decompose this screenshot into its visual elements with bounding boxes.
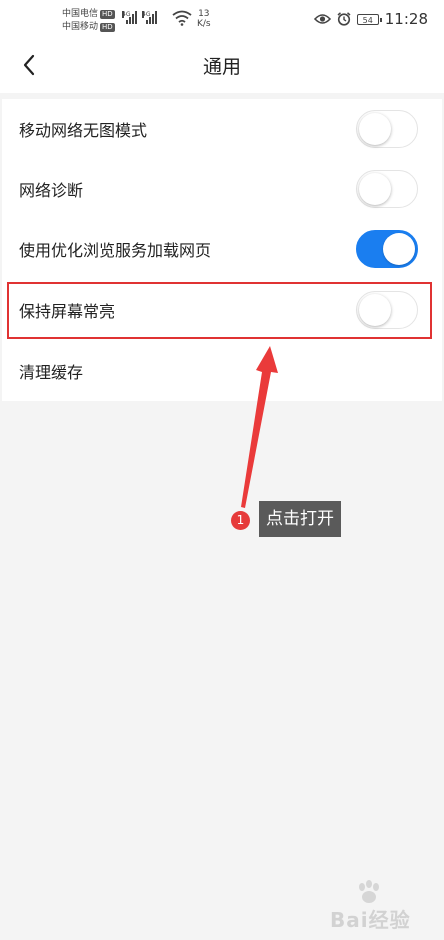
app-header: 通用	[0, 38, 444, 93]
toggle-knob	[359, 173, 391, 205]
network-speed: 13 K/s	[197, 9, 211, 29]
battery-icon: 54	[356, 13, 382, 25]
carrier-1: 中国电信	[62, 9, 99, 19]
setting-label: 使用优化浏览服务加载网页	[19, 241, 212, 260]
setting-row-network-diagnosis: 网络诊断	[2, 159, 442, 219]
hd-badge: HD	[100, 10, 115, 19]
toggle-knob	[383, 233, 415, 265]
settings-list: 移动网络无图模式 网络诊断 使用优化浏览服务加载网页 保持屏幕常亮 清理缓存	[2, 99, 442, 401]
optimized-browsing-toggle[interactable]	[356, 230, 418, 268]
keep-screen-on-toggle[interactable]	[356, 291, 418, 329]
signal-icon: 4G	[122, 11, 137, 24]
paw-icon	[359, 880, 379, 903]
toggle-knob	[359, 294, 391, 326]
signal-indicators: 4G 4G	[122, 11, 157, 24]
watermark-logo-suffix: 经验	[368, 908, 411, 932]
watermark-text: Bai经验	[330, 904, 434, 933]
toggle-knob	[359, 113, 391, 145]
eye-icon	[313, 14, 331, 24]
alarm-icon	[337, 12, 351, 26]
speed-value: 13	[198, 9, 210, 19]
network-type-label: 4G	[122, 11, 131, 18]
network-type-label: 4G	[142, 11, 151, 18]
callout-label: 点击打开	[259, 501, 341, 537]
clear-cache-label: 清理缓存	[19, 363, 84, 382]
setting-label: 保持屏幕常亮	[19, 302, 116, 321]
status-bar: 中国电信 HD 中国移动 HD 4G 4G 13 K/s 54 11:28	[0, 0, 444, 38]
carrier-2: 中国移动	[62, 22, 99, 32]
hd-badge: HD	[100, 23, 115, 32]
status-time: 11:28	[384, 10, 428, 28]
setting-row-no-image-mode: 移动网络无图模式	[2, 99, 442, 159]
status-right: 54 11:28	[313, 10, 428, 28]
watermark-logo-text: Bai	[330, 908, 369, 932]
step-badge: 1	[231, 511, 250, 530]
page-title: 通用	[202, 56, 241, 78]
wifi-icon	[172, 10, 192, 26]
setting-label: 移动网络无图模式	[19, 121, 148, 140]
setting-label: 网络诊断	[19, 181, 84, 200]
baidu-jingyan-watermark: Bai经验	[330, 880, 434, 932]
setting-row-clear-cache[interactable]: 清理缓存	[2, 341, 442, 401]
no-image-mode-toggle[interactable]	[356, 110, 418, 148]
network-diagnosis-toggle[interactable]	[356, 170, 418, 208]
speed-unit: K/s	[197, 19, 211, 29]
setting-row-optimized-browsing: 使用优化浏览服务加载网页	[2, 219, 442, 279]
signal-icon: 4G	[142, 11, 157, 24]
carrier-info: 中国电信 HD 中国移动 HD	[62, 8, 115, 34]
setting-row-keep-screen-on: 保持屏幕常亮	[2, 280, 442, 340]
